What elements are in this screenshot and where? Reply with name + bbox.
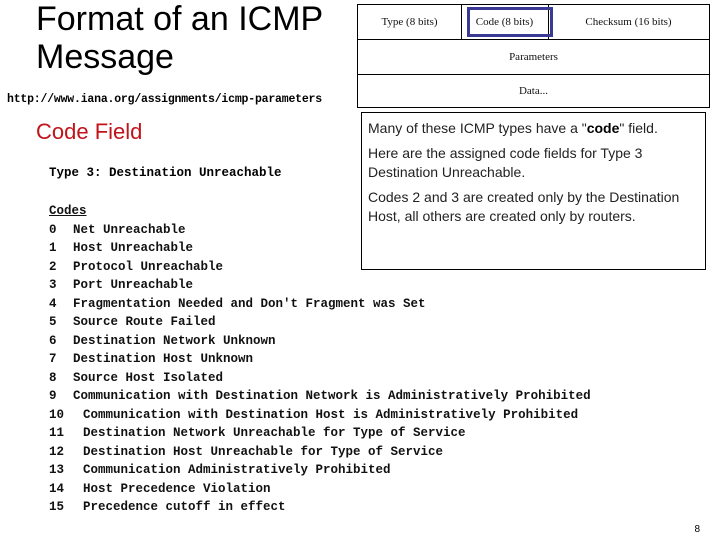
callout-paragraph-1: Many of these ICMP types have a "code" f… (368, 119, 705, 138)
page-number: 8 (694, 524, 700, 535)
callout-paragraph-2: Here are the assigned code fields for Ty… (368, 145, 643, 180)
code-description: Host Precedence Violation (83, 481, 271, 496)
code-number: 9 (49, 389, 57, 403)
code-number: 2 (49, 259, 57, 274)
code-list-item: 7 Destination Host Unknown (49, 350, 591, 369)
diagram-parameters-row: Parameters (358, 39, 709, 75)
code-list-item: 10 Communication with Destination Host is… (49, 406, 591, 425)
code-list-item: 4 Fragmentation Needed and Don't Fragment… (49, 295, 591, 314)
code-list-item: 5 Source Route Failed (49, 313, 591, 332)
code-number: 8 (49, 370, 57, 385)
reference-url: http://www.iana.org/assignments/icmp-par… (7, 93, 322, 106)
code-number: 11 (49, 426, 65, 440)
code-number: 5 (49, 315, 57, 329)
code-list-item: 11 Destination Network Unreachable for Ty… (49, 424, 591, 443)
code-description: Communication with Destination Host is A… (83, 407, 579, 422)
code-description: Host Unreachable (73, 241, 194, 255)
code-number: 13 (49, 463, 65, 477)
code-number: 3 (49, 278, 57, 292)
code-number: 15 (49, 500, 65, 514)
code-list-item: 15 Precedence cutoff in effect (49, 498, 591, 517)
code-list-item: 8 Source Host Isolated (49, 369, 591, 388)
diagram-parameters-cell: Parameters (509, 50, 558, 63)
code-list-item: 2 Protocol Unreachable (49, 258, 591, 277)
code-description: Port Unreachable (73, 278, 194, 292)
code-description: Destination Network Unknown (73, 333, 276, 348)
code-description: Protocol Unreachable (73, 259, 224, 274)
code-number: 14 (49, 481, 65, 496)
code-description: Communication with Destination Network i… (73, 389, 591, 403)
diagram-checksum-cell: Checksum (16 bits) (585, 16, 672, 28)
codes-items: 0 Net Unreachable 1 Host Unreachable 2 Protoc… (49, 221, 591, 517)
section-subtitle: Code Field (36, 119, 143, 144)
callout-text: " field. (619, 120, 658, 136)
code-list-item: 3 Port Unreachable (49, 276, 591, 295)
code-description: Source Route Failed (73, 315, 216, 329)
code-description: Precedence cutoff in effect (83, 500, 286, 514)
codes-header: Codes (49, 204, 87, 218)
slide-title-line2: Message (36, 38, 174, 76)
slide-title: Format of an ICMP Message (36, 0, 356, 76)
code-number: 6 (49, 333, 57, 348)
type-heading: Type 3: Destination Unreachable (49, 166, 282, 180)
diagram-data-cell: Data... (518, 85, 548, 97)
code-list-item: 0 Net Unreachable (49, 221, 591, 240)
code-list-item: 9 Communication with Destination Network … (49, 387, 591, 406)
code-number: 0 (49, 222, 57, 237)
code-number: 4 (49, 296, 57, 311)
code-description: Destination Network Unreachable for Type… (83, 426, 466, 440)
code-list-item: 12 Destination Host Unreachable for Type … (49, 443, 591, 462)
code-description: Destination Host Unreachable for Type of… (83, 444, 444, 459)
code-number: 7 (49, 352, 57, 366)
diagram-type-cell: Type (8 bits) (358, 5, 462, 39)
slide-title-line1: Format of an ICMP (36, 0, 324, 38)
code-field-highlight-box (467, 7, 553, 37)
code-description: Net Unreachable (73, 222, 186, 237)
code-description: Fragmentation Needed and Don't Fragment … (73, 296, 426, 311)
callout-text: Many of these ICMP types have a " (368, 120, 587, 136)
code-list-item: 13 Communication Administratively Prohibi… (49, 461, 591, 480)
code-description: Communication Administratively Prohibite… (83, 463, 391, 477)
code-number: 1 (49, 241, 57, 255)
code-list-item: 1 Host Unreachable (49, 239, 591, 258)
code-description: Destination Host Unknown (73, 352, 254, 366)
code-list-item: 14 Host Precedence Violation (49, 480, 591, 499)
code-number: 12 (49, 444, 65, 459)
diagram-data-row: Data... (358, 74, 709, 108)
code-description: Source Host Isolated (73, 370, 224, 385)
codes-list: Codes 0 Net Unreachable 1 Host Unreachable 2… (49, 202, 591, 517)
callout-bold-code: code (586, 120, 620, 136)
code-number: 10 (49, 407, 65, 422)
code-list-item: 6 Destination Network Unknown (49, 332, 591, 351)
